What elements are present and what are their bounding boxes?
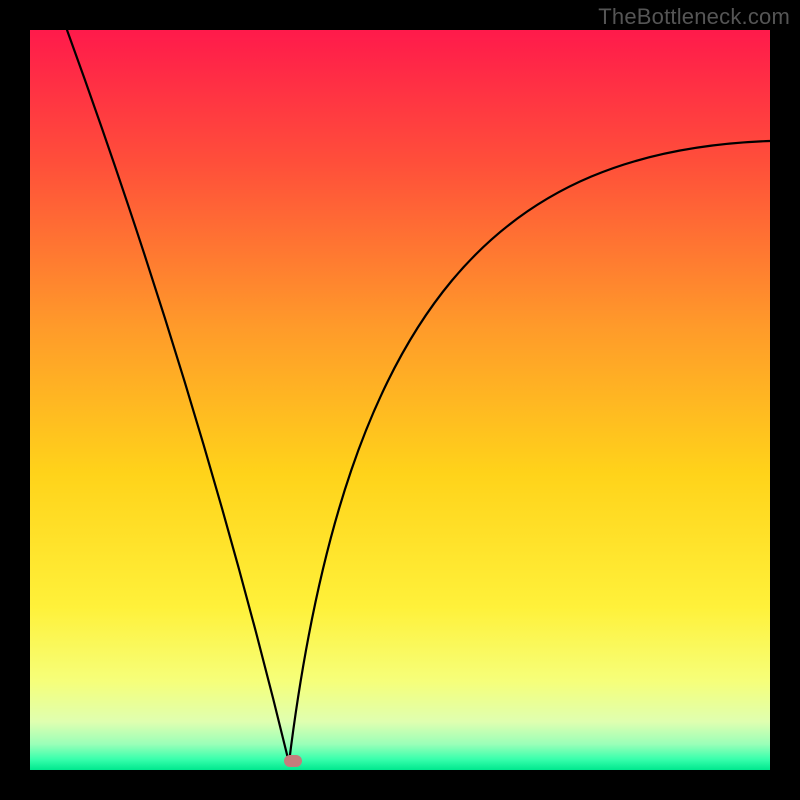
plot-area bbox=[30, 30, 770, 770]
attribution-label: TheBottleneck.com bbox=[598, 4, 790, 30]
bottleneck-curve-layer bbox=[30, 30, 770, 770]
bottleneck-curve bbox=[67, 30, 770, 763]
chart-stage: TheBottleneck.com bbox=[0, 0, 800, 800]
optimal-point-marker bbox=[284, 755, 302, 767]
